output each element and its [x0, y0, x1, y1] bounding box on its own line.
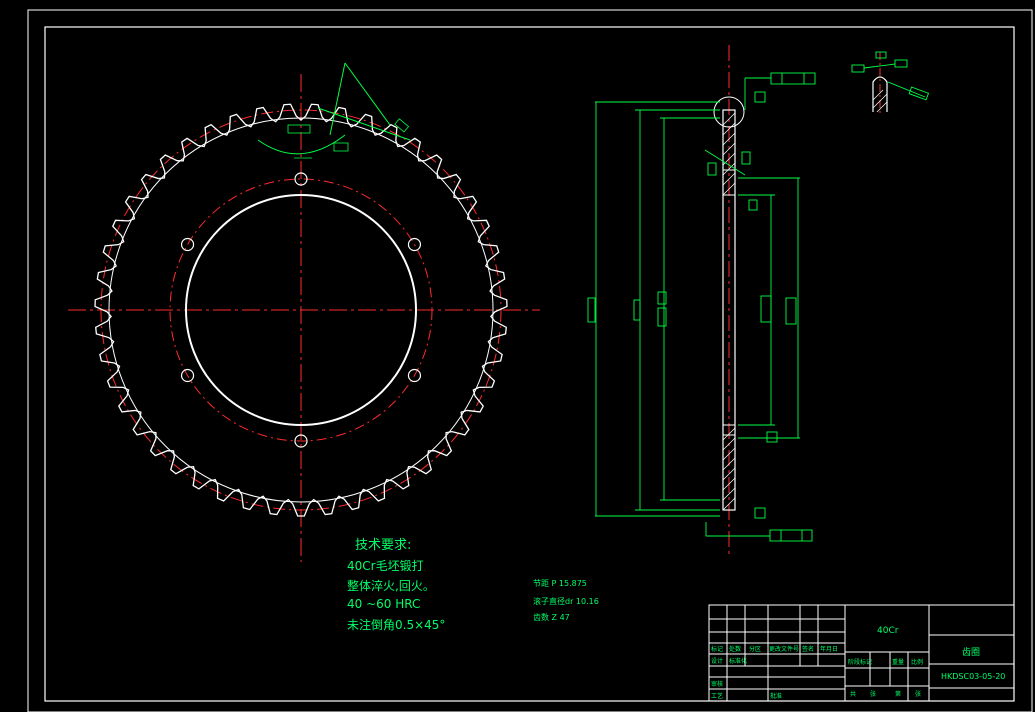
tb-label-review: 审核	[711, 681, 724, 688]
detail-hatch	[872, 89, 888, 113]
surface-finish-box-2	[333, 142, 349, 152]
sprocket-section-view	[587, 45, 816, 556]
diameter-dimensions	[587, 101, 800, 517]
tolerance-frames	[704, 72, 816, 542]
detail-annotations	[851, 51, 930, 101]
tb-label-date: 年月日	[820, 646, 839, 653]
tb-label-approve: 批准	[770, 693, 783, 700]
requirement-line-3: 40 ~60 HRC	[347, 597, 421, 611]
requirement-line-4: 未注倒角0.5×45°	[347, 618, 446, 632]
requirement-line-1: 40Cr毛坯锻打	[347, 559, 424, 573]
tb-label-design: 设计	[711, 658, 724, 665]
tb-label-sheets: 张	[870, 691, 877, 698]
inner-border	[44, 26, 1015, 702]
tb-label-mark: 标记	[711, 646, 724, 653]
tb-label-weight: 重量	[892, 659, 905, 666]
outer-border	[27, 9, 1033, 712]
title-block-material: 40Cr	[877, 626, 899, 636]
tb-label-total: 共	[850, 691, 857, 698]
title-block-part-name: 齿圈	[962, 648, 981, 658]
tb-label-sheet-no: 第	[895, 691, 902, 698]
tb-label-standard: 标准化	[729, 658, 748, 665]
bolt-hole	[180, 237, 195, 252]
tb-label-scale: 比例	[911, 659, 924, 666]
leader-line-1	[329, 62, 346, 136]
sprocket-front-view	[68, 62, 540, 562]
technical-requirements-title: 技术要求:	[355, 538, 412, 553]
tb-label-sheet: 张	[915, 691, 922, 698]
param-pitch: 节距 P 15.875	[533, 579, 587, 588]
tb-label-stage: 阶段标记	[848, 659, 873, 666]
param-tooth-count: 齿数 Z 47	[533, 613, 570, 622]
tb-label-change: 更改文件号	[769, 646, 800, 653]
tooth-detail-view	[851, 51, 930, 114]
cad-drawing-canvas	[27, 9, 1033, 712]
tb-label-count: 处数	[729, 646, 742, 653]
tb-label-zone: 分区	[749, 646, 762, 653]
title-block-drawing-number: HKDSC03-05-20	[941, 672, 1006, 681]
param-roller-diameter: 滚子直径dr 10.16	[533, 597, 599, 606]
tb-label-process: 工艺	[711, 693, 724, 700]
surface-finish-box-1	[287, 124, 311, 134]
requirement-line-2: 整体淬火,回火。	[347, 579, 435, 593]
tb-label-sign: 签名	[802, 646, 815, 653]
